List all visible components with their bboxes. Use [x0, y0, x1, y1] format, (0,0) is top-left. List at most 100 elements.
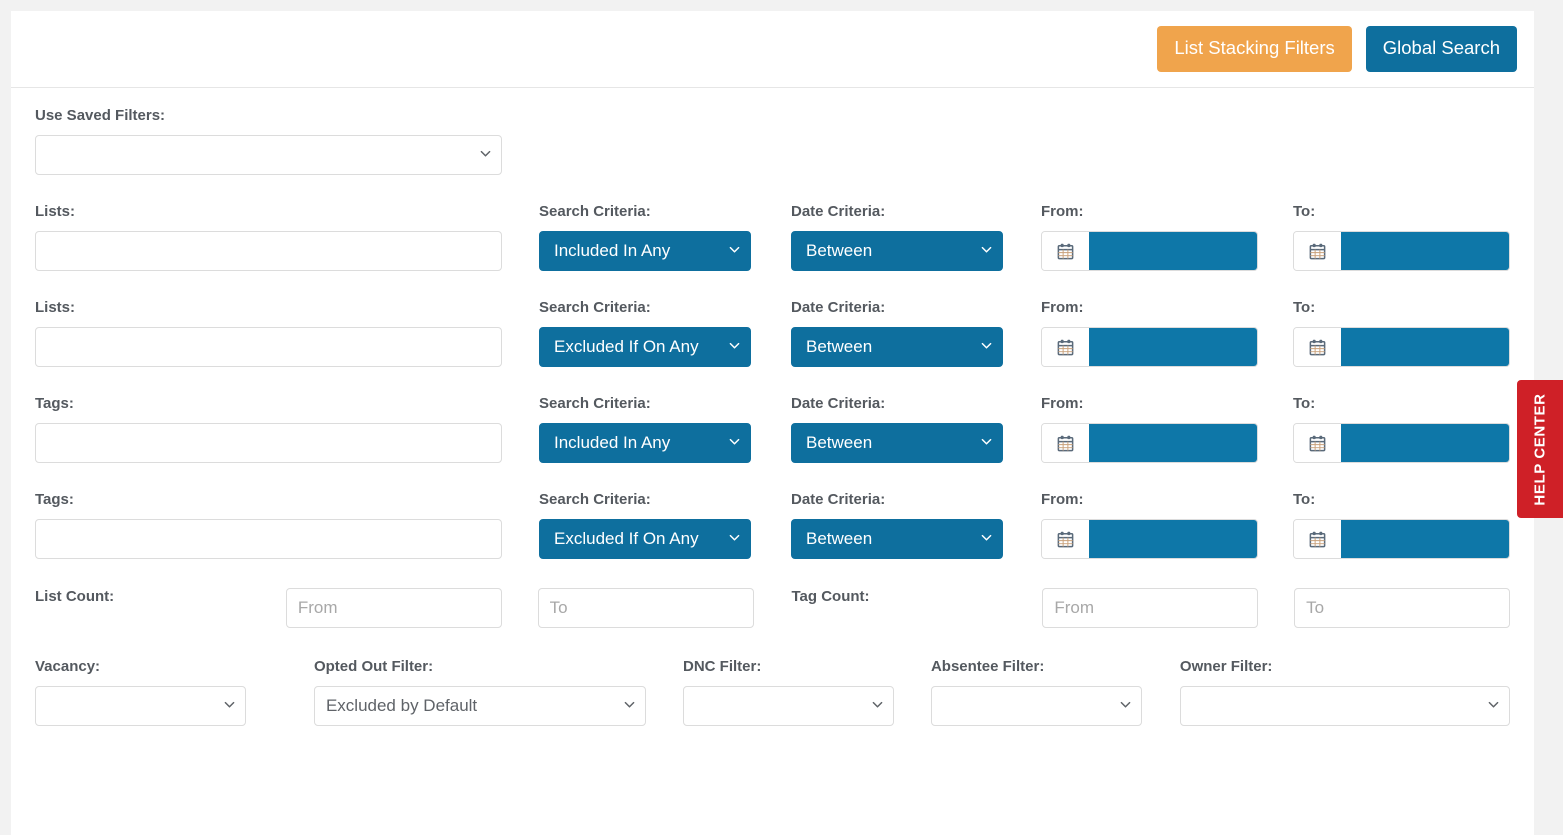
- date-to-input[interactable]: [1341, 424, 1509, 462]
- date-from-input[interactable]: [1089, 424, 1257, 462]
- saved-filters-group: Use Saved Filters:: [35, 108, 502, 175]
- help-center-label: HELP CENTER: [1532, 393, 1549, 505]
- list-stacking-filters-button[interactable]: List Stacking Filters: [1157, 26, 1351, 72]
- tag-count-label: Tag Count:: [792, 589, 1043, 604]
- entity-input[interactable]: [35, 519, 502, 559]
- search-criteria-group: Search Criteria: Excluded If On Any: [539, 492, 751, 559]
- criteria-row: Tags: Search Criteria: Excluded If On An…: [35, 492, 1510, 559]
- absentee-select[interactable]: [931, 686, 1142, 726]
- entity-label: Lists:: [35, 204, 502, 219]
- entity-label: Tags:: [35, 396, 502, 411]
- date-from-input[interactable]: [1089, 232, 1257, 270]
- date-criteria-select[interactable]: Between: [791, 327, 1003, 367]
- vacancy-label: Vacancy:: [35, 659, 246, 674]
- list-count-from-group: [286, 588, 502, 628]
- owner-select[interactable]: [1180, 686, 1510, 726]
- tag-count-label-group: Tag Count:: [792, 588, 1043, 616]
- panel-header: List Stacking Filters Global Search: [11, 11, 1534, 88]
- saved-filters-select[interactable]: [35, 135, 502, 175]
- calendar-icon[interactable]: [1294, 424, 1341, 462]
- filter-panel-card: List Stacking Filters Global Search Use …: [11, 11, 1534, 835]
- tag-count-to-group: [1294, 588, 1510, 628]
- search-criteria-value: Excluded If On Any: [554, 529, 699, 549]
- date-from-widget: [1041, 231, 1258, 271]
- tag-count-from-input[interactable]: [1042, 588, 1258, 628]
- calendar-icon[interactable]: [1294, 232, 1341, 270]
- date-to-input[interactable]: [1341, 520, 1509, 558]
- vacancy-select[interactable]: [35, 686, 246, 726]
- date-to-input[interactable]: [1341, 232, 1509, 270]
- date-from-label: From:: [1041, 300, 1258, 315]
- calendar-icon[interactable]: [1042, 520, 1089, 558]
- dnc-group: DNC Filter:: [683, 659, 894, 726]
- date-criteria-value: Between: [806, 241, 872, 261]
- entity-input[interactable]: [35, 231, 502, 271]
- entity-input[interactable]: [35, 327, 502, 367]
- calendar-icon[interactable]: [1042, 424, 1089, 462]
- chevron-down-icon: [981, 340, 992, 351]
- search-criteria-select[interactable]: Included In Any: [539, 231, 751, 271]
- date-from-group: From:: [1041, 204, 1258, 271]
- date-criteria-select[interactable]: Between: [791, 423, 1003, 463]
- criteria-row: Tags: Search Criteria: Included In Any: [35, 396, 1510, 463]
- page-root: List Stacking Filters Global Search Use …: [0, 0, 1563, 835]
- calendar-icon[interactable]: [1042, 328, 1089, 366]
- chevron-down-icon: [480, 148, 491, 159]
- date-to-input[interactable]: [1341, 328, 1509, 366]
- date-from-widget: [1041, 327, 1258, 367]
- date-criteria-select[interactable]: Between: [791, 231, 1003, 271]
- date-from-input[interactable]: [1089, 520, 1257, 558]
- date-to-group: To:: [1293, 492, 1510, 559]
- entity-group: Tags:: [35, 492, 502, 559]
- chevron-down-icon: [729, 244, 740, 255]
- entity-label: Lists:: [35, 300, 502, 315]
- search-criteria-select[interactable]: Excluded If On Any: [539, 519, 751, 559]
- chevron-down-icon: [1120, 699, 1131, 710]
- entity-group: Tags:: [35, 396, 502, 463]
- opted-out-group: Opted Out Filter: Excluded by Default: [314, 659, 646, 726]
- criteria-row: Lists: Search Criteria: Included In Any: [35, 204, 1510, 271]
- entity-label: Tags:: [35, 492, 502, 507]
- entity-input[interactable]: [35, 423, 502, 463]
- calendar-icon[interactable]: [1294, 520, 1341, 558]
- chevron-down-icon: [981, 436, 992, 447]
- search-criteria-select[interactable]: Excluded If On Any: [539, 327, 751, 367]
- date-to-label: To:: [1293, 396, 1510, 411]
- entity-group: Lists:: [35, 204, 502, 271]
- global-search-button[interactable]: Global Search: [1366, 26, 1517, 72]
- date-from-input[interactable]: [1089, 328, 1257, 366]
- list-count-to-group: [538, 588, 754, 628]
- absentee-group: Absentee Filter:: [931, 659, 1142, 726]
- opted-out-select[interactable]: Excluded by Default: [314, 686, 646, 726]
- date-criteria-label: Date Criteria:: [791, 204, 1003, 219]
- search-criteria-label: Search Criteria:: [539, 396, 751, 411]
- search-criteria-group: Search Criteria: Included In Any: [539, 204, 751, 271]
- help-center-tab[interactable]: HELP CENTER: [1517, 380, 1563, 518]
- opted-out-value: Excluded by Default: [326, 696, 477, 716]
- date-criteria-value: Between: [806, 529, 872, 549]
- calendar-icon[interactable]: [1042, 232, 1089, 270]
- search-criteria-label: Search Criteria:: [539, 300, 751, 315]
- calendar-icon[interactable]: [1294, 328, 1341, 366]
- date-from-group: From:: [1041, 300, 1258, 367]
- search-criteria-label: Search Criteria:: [539, 492, 751, 507]
- search-criteria-select[interactable]: Included In Any: [539, 423, 751, 463]
- date-to-label: To:: [1293, 204, 1510, 219]
- date-criteria-group: Date Criteria: Between: [791, 300, 1003, 367]
- date-criteria-label: Date Criteria:: [791, 396, 1003, 411]
- date-to-widget: [1293, 423, 1510, 463]
- date-criteria-select[interactable]: Between: [791, 519, 1003, 559]
- tag-count-to-input[interactable]: [1294, 588, 1510, 628]
- list-count-from-input[interactable]: [286, 588, 502, 628]
- date-criteria-value: Between: [806, 337, 872, 357]
- list-count-to-input[interactable]: [538, 588, 754, 628]
- date-from-group: From:: [1041, 492, 1258, 559]
- saved-filters-label: Use Saved Filters:: [35, 108, 502, 123]
- chevron-down-icon: [624, 699, 635, 710]
- chevron-down-icon: [981, 532, 992, 543]
- search-criteria-label: Search Criteria:: [539, 204, 751, 219]
- dnc-select[interactable]: [683, 686, 894, 726]
- date-from-widget: [1041, 423, 1258, 463]
- date-from-label: From:: [1041, 396, 1258, 411]
- chevron-down-icon: [224, 699, 235, 710]
